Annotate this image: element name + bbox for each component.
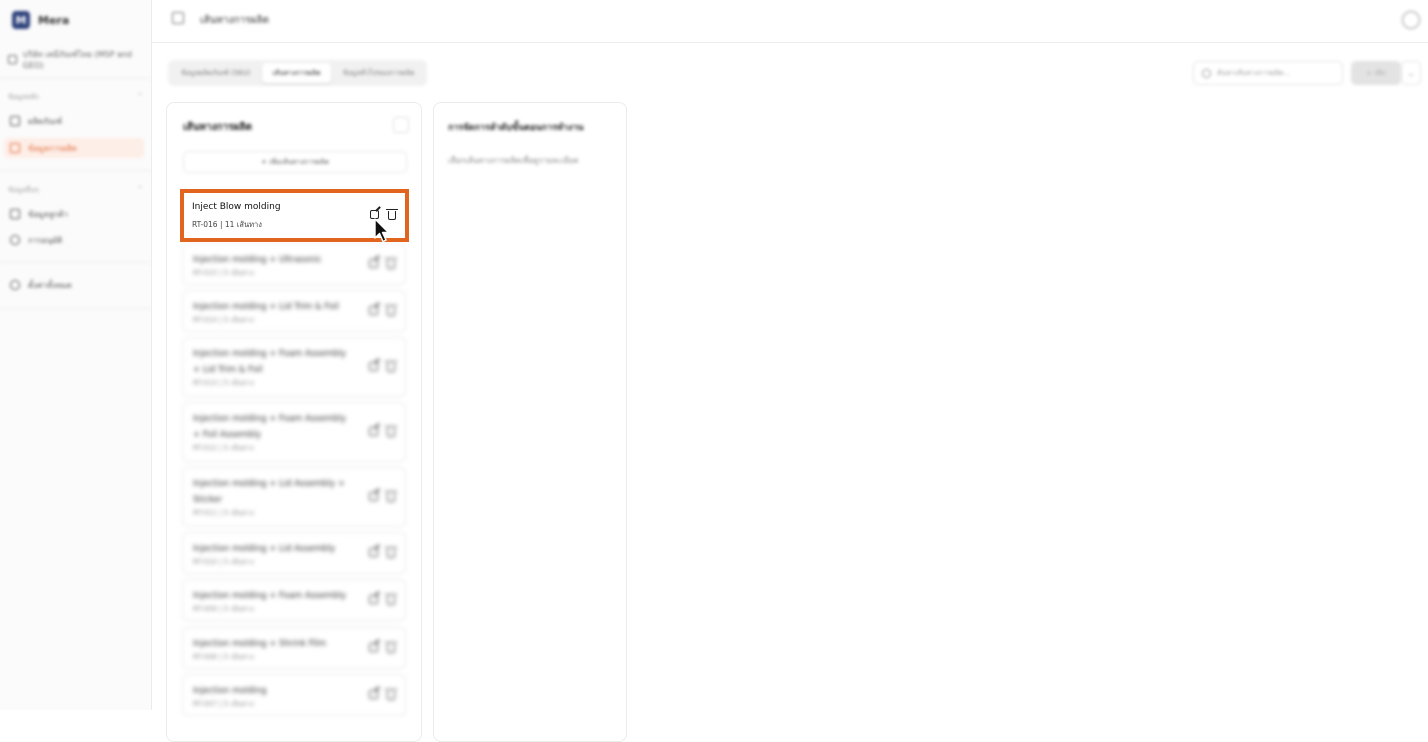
trash-icon[interactable] bbox=[385, 258, 397, 269]
workflow-panel-title: การจัดการลำดับขั้นตอนการทำงาน bbox=[448, 123, 584, 133]
route-card[interactable]: Injection molding + Lid Trim & Foil RT-0… bbox=[182, 290, 406, 332]
sidebar-item-label: การอนุมัติ bbox=[28, 235, 63, 245]
trash-icon[interactable] bbox=[385, 426, 397, 437]
company-selector[interactable]: บริษัท เคมีภัณฑ์ไทย (MSP and GEO) bbox=[8, 48, 151, 70]
route-card[interactable]: Injection molding + Foam Assembly + Lid … bbox=[182, 337, 406, 397]
search-placeholder: ค้นหาเส้นทางการผลิต... bbox=[1217, 68, 1290, 77]
workflow-panel: การจัดการลำดับขั้นตอนการทำงาน เลือกเส้นท… bbox=[433, 102, 627, 742]
brand[interactable]: M Mera bbox=[12, 10, 69, 30]
route-card[interactable]: Injection molding + Ultrasonic RT-015 | … bbox=[182, 243, 406, 285]
trash-icon[interactable] bbox=[385, 642, 397, 653]
route-name: Injection molding + Lid Assembly bbox=[193, 544, 336, 554]
route-meta: RT-010 | 5 เส้นทาง bbox=[193, 558, 254, 566]
tab-bar: ข้อมูลผลิตภัณฑ์ (SKU) เส้นทางการผลิต ข้อ… bbox=[168, 60, 428, 86]
edit-icon[interactable] bbox=[369, 259, 378, 268]
trash-icon[interactable] bbox=[385, 361, 397, 372]
sidebar-item-production[interactable]: ข้อมูลการผลิต bbox=[4, 138, 144, 158]
trash-icon[interactable] bbox=[385, 689, 397, 700]
trash-icon[interactable] bbox=[385, 594, 397, 605]
route-name: Injection molding + Foam Assembly + Lid … bbox=[193, 349, 346, 375]
sidebar-divider bbox=[0, 308, 151, 309]
tab-general[interactable]: ข้อมูลทั่วไปของการผลิต bbox=[333, 63, 425, 83]
sidebar-item-approvals[interactable]: การอนุมัติ bbox=[4, 230, 144, 250]
company-name: บริษัท เคมีภัณฑ์ไทย (MSP and GEO) bbox=[22, 50, 132, 70]
chevron-down-icon: ⌄ bbox=[1407, 68, 1415, 78]
route-card[interactable]: Injection molding + Lid Assembly RT-010 … bbox=[182, 532, 406, 574]
route-name: Injection molding + Ultrasonic bbox=[193, 255, 322, 265]
tab-sku[interactable]: ข้อมูลผลิตภัณฑ์ (SKU) bbox=[171, 63, 260, 83]
sidebar-group-main[interactable]: ข้อมูลหลัก ⌃ bbox=[8, 92, 143, 103]
sidebar-item-customers[interactable]: ข้อมูลลูกค้า bbox=[4, 204, 144, 224]
trash-icon[interactable] bbox=[385, 305, 397, 316]
edit-icon[interactable] bbox=[369, 595, 378, 604]
sidebar-toggle-icon[interactable] bbox=[172, 12, 184, 24]
box-icon bbox=[10, 116, 20, 126]
sidebar-group-label: ข้อมูลอื่นๆ bbox=[8, 186, 39, 194]
route-meta: RT-009 | 5 เส้นทาง bbox=[193, 605, 254, 613]
edit-icon[interactable] bbox=[369, 492, 378, 501]
route-card[interactable]: Injection molding + Lid Assembly + Stick… bbox=[182, 467, 406, 527]
tab-routes[interactable]: เส้นทางการผลิต bbox=[262, 63, 331, 83]
search-input[interactable]: ค้นหาเส้นทางการผลิต... bbox=[1193, 61, 1343, 85]
chevron-icon: ⌃ bbox=[137, 185, 143, 193]
sidebar-group-label: ข้อมูลหลัก bbox=[8, 93, 40, 101]
building-icon bbox=[8, 54, 17, 64]
app-logo: M bbox=[12, 11, 30, 29]
workflow-panel-hint: เลือกเส้นทางการผลิตเพื่อดูรายละเอียด bbox=[448, 156, 579, 165]
routes-panel-title: เส้นทางการผลิต bbox=[183, 122, 252, 133]
route-name: Injection molding + Foam Assembly bbox=[193, 591, 346, 601]
route-meta: RT-012 | 5 เส้นทาง bbox=[193, 444, 254, 452]
app-name: Mera bbox=[38, 13, 70, 27]
check-icon bbox=[10, 235, 20, 245]
sidebar-item-label: ผลิตภัณฑ์ bbox=[28, 116, 63, 126]
sidebar-group-other[interactable]: ข้อมูลอื่นๆ ⌃ bbox=[8, 185, 143, 196]
edit-icon[interactable] bbox=[369, 690, 378, 699]
sidebar-item-products[interactable]: ผลิตภัณฑ์ bbox=[4, 111, 144, 131]
sidebar: M Mera บริษัท เคมีภัณฑ์ไทย (MSP and GEO)… bbox=[0, 0, 152, 710]
edit-icon[interactable] bbox=[369, 362, 378, 371]
route-card[interactable]: Injection molding + Foam Assembly + Foil… bbox=[182, 402, 406, 462]
grid-icon bbox=[10, 209, 20, 219]
route-name: Injection molding + Lid Trim & Foil bbox=[193, 302, 339, 312]
edit-icon[interactable] bbox=[369, 643, 378, 652]
add-button[interactable]: + เพิ่ม bbox=[1351, 61, 1401, 85]
route-name: Injection molding + Foam Assembly + Foil… bbox=[193, 414, 346, 440]
route-name: Injection molding bbox=[193, 686, 267, 696]
sidebar-item-label: ข้อมูลการผลิต bbox=[28, 143, 77, 153]
route-meta: RT-011 | 5 เส้นทาง bbox=[193, 509, 254, 517]
panel-menu-icon[interactable] bbox=[393, 117, 409, 133]
route-meta: RT-014 | 5 เส้นทาง bbox=[193, 316, 254, 324]
top-bar: เส้นทางการผลิต bbox=[152, 0, 1428, 43]
route-card[interactable]: Injection molding + Shrink Film RT-008 |… bbox=[182, 627, 406, 669]
trash-icon[interactable] bbox=[385, 547, 397, 558]
sidebar-item-label: ตั้งค่าทั้งหมด bbox=[28, 280, 72, 290]
chevron-icon: ⌃ bbox=[137, 92, 143, 100]
route-name: Injection molding + Lid Assembly + Stick… bbox=[193, 479, 346, 505]
route-meta: RT-007 | 5 เส้นทาง bbox=[193, 700, 254, 708]
trash-icon[interactable] bbox=[385, 491, 397, 502]
sidebar-divider bbox=[0, 170, 151, 171]
factory-icon bbox=[10, 143, 20, 153]
mouse-pointer-icon bbox=[374, 218, 390, 243]
sidebar-divider bbox=[0, 262, 151, 263]
edit-icon[interactable] bbox=[369, 427, 378, 436]
search-icon bbox=[1202, 68, 1211, 78]
route-meta: RT-015 | 5 เส้นทาง bbox=[193, 269, 254, 277]
add-dropdown-button[interactable]: ⌄ bbox=[1401, 61, 1421, 85]
edit-icon[interactable] bbox=[369, 548, 378, 557]
route-name: Injection molding + Shrink Film bbox=[193, 639, 326, 649]
sidebar-item-label: ข้อมูลลูกค้า bbox=[28, 209, 69, 219]
sidebar-item-settings[interactable]: ตั้งค่าทั้งหมด bbox=[4, 275, 144, 295]
avatar[interactable] bbox=[1402, 11, 1420, 29]
route-meta: RT-008 | 5 เส้นทาง bbox=[193, 653, 254, 661]
page-title: เส้นทางการผลิต bbox=[200, 15, 269, 26]
route-card[interactable]: Injection molding + Foam Assembly RT-009… bbox=[182, 579, 406, 621]
edit-icon[interactable] bbox=[369, 306, 378, 315]
sidebar-divider bbox=[0, 78, 151, 79]
gear-icon bbox=[10, 280, 20, 290]
route-meta: RT-013 | 5 เส้นทาง bbox=[193, 379, 254, 387]
add-route-button[interactable]: + เพิ่มเส้นทางการผลิต bbox=[183, 151, 407, 173]
